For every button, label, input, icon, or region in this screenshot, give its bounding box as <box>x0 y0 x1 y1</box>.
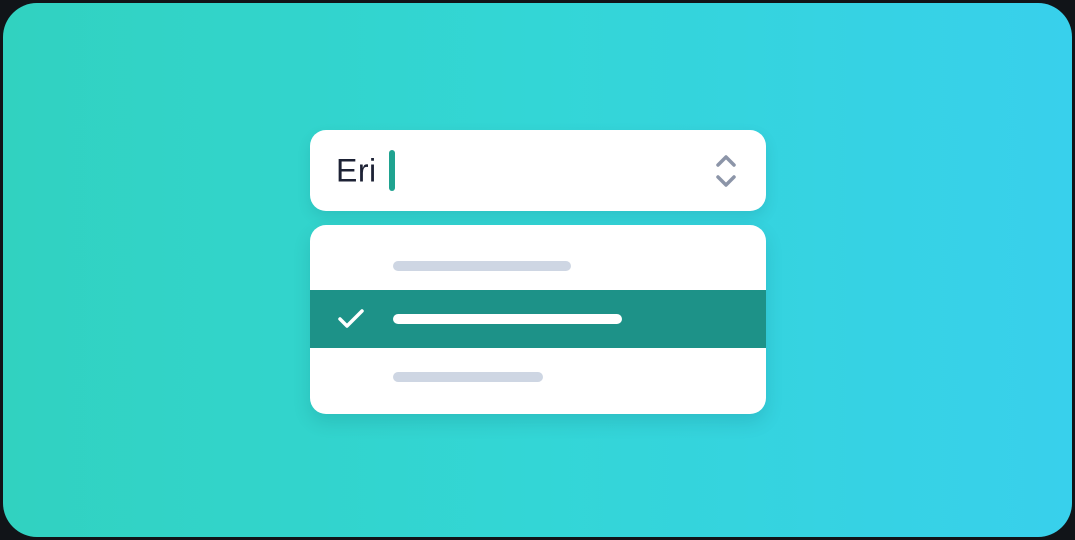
combobox-value[interactable]: Eri <box>336 152 377 189</box>
text-cursor <box>389 150 395 191</box>
option-label-placeholder <box>393 261 571 271</box>
combobox-input[interactable]: Eri <box>310 130 766 211</box>
option-label-placeholder <box>393 372 543 382</box>
dropdown-list <box>310 225 766 414</box>
dropdown-option-selected[interactable] <box>310 290 766 348</box>
checkmark-icon <box>337 308 365 330</box>
option-label-placeholder <box>393 314 622 324</box>
dropdown-option[interactable] <box>310 237 766 295</box>
dropdown-option[interactable] <box>310 348 766 406</box>
chevron-up-down-icon[interactable] <box>714 152 738 190</box>
background-card: Eri <box>3 3 1072 537</box>
